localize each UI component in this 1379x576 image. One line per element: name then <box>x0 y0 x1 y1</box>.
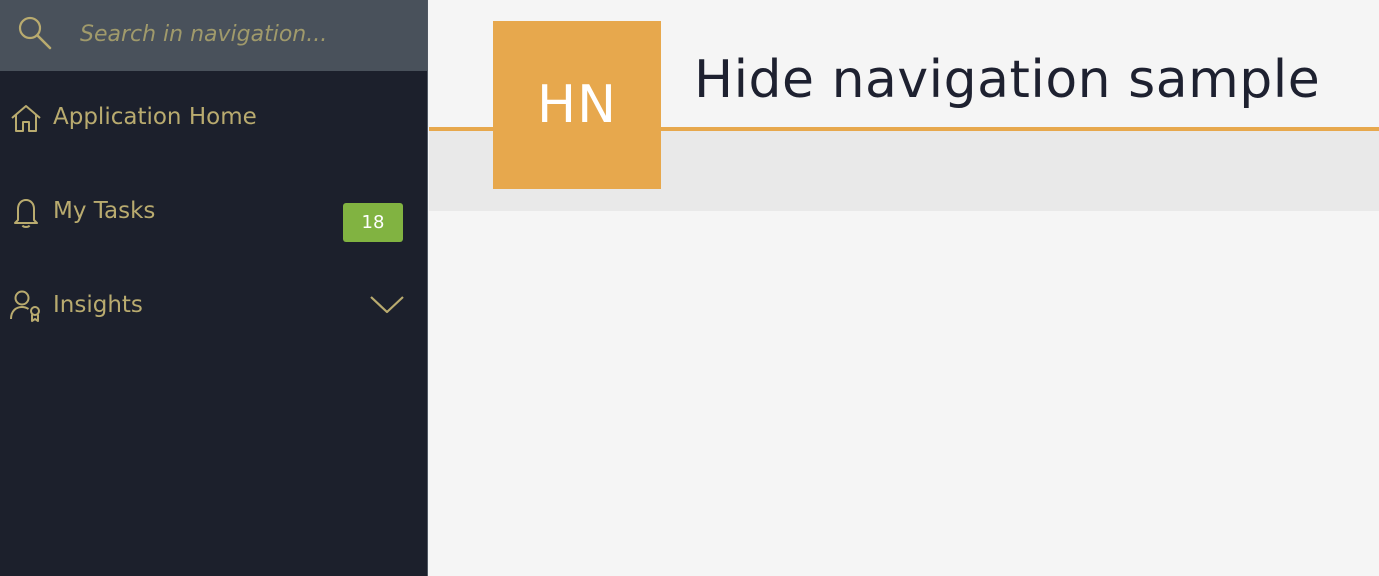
main-content: HN Hide navigation sample <box>429 0 1379 576</box>
nav-item-application-home[interactable]: Application Home <box>0 71 427 165</box>
nav-item-insights[interactable]: Insights <box>0 259 427 353</box>
navigation-search-input[interactable] <box>78 14 410 54</box>
nav-item-label: My Tasks <box>53 198 156 224</box>
task-count-badge: 18 <box>343 203 403 242</box>
bell-icon <box>14 199 38 228</box>
search-icon[interactable] <box>16 14 54 52</box>
user-award-icon <box>10 290 40 322</box>
nav-item-label: Application Home <box>53 104 257 130</box>
chevron-down-icon[interactable] <box>368 293 406 317</box>
nav-item-label: Insights <box>53 292 143 318</box>
nav-item-my-tasks[interactable]: My Tasks 18 <box>0 165 427 259</box>
home-icon <box>11 105 41 132</box>
navigation-search-bar <box>0 0 427 71</box>
app-tile-logo: HN <box>493 21 661 189</box>
navigation-sidebar: Application Home My Tasks 18 Insights <box>0 0 428 576</box>
page-title: Hide navigation sample <box>694 50 1321 110</box>
